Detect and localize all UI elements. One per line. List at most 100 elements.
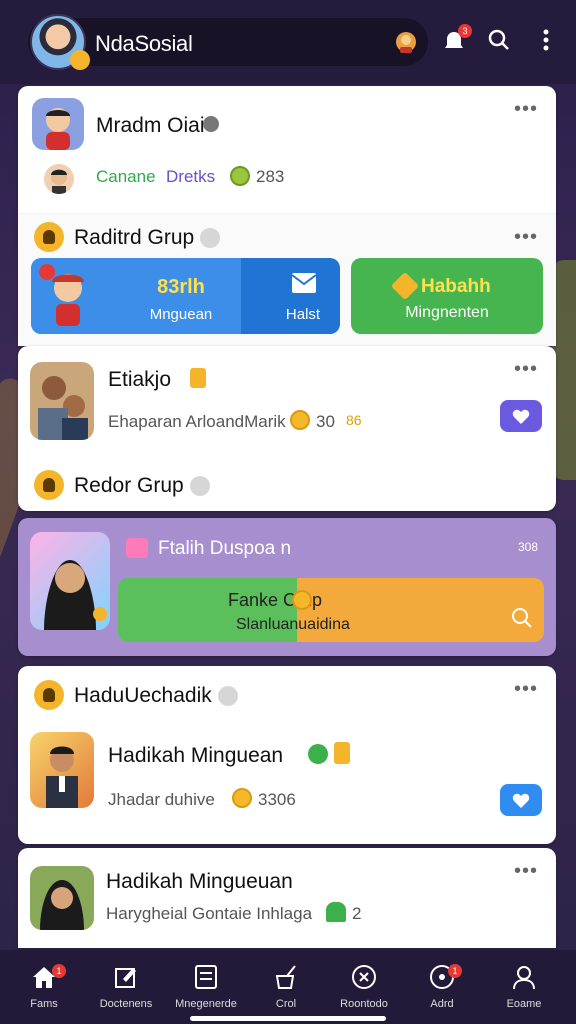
group-title: HaduUechadik <box>74 684 238 708</box>
nav-item-rewards[interactable]: Roontodo <box>328 964 400 1010</box>
promo-bar[interactable]: Fanke Crup Slanluanuaidina <box>118 578 544 642</box>
nav-label: Roontodo <box>340 998 388 1010</box>
coin-icon <box>230 166 250 186</box>
post-author-name: Etiakjo <box>108 368 172 391</box>
mascot-icon <box>39 264 84 326</box>
group-icon <box>34 222 64 252</box>
nav-item-documents[interactable]: Doctenens <box>90 964 162 1010</box>
nav-badge: 1 <box>448 964 462 978</box>
post-card[interactable]: ••• Etiakjo Ehaparan ArloandMarik 30 86 … <box>18 346 556 511</box>
group-like-icon <box>326 902 346 922</box>
group-info-icon <box>200 228 221 249</box>
action-tile-label-2: Halst <box>285 306 321 323</box>
nav-item-messages[interactable]: Mnegenerde <box>170 964 242 1010</box>
nav-label: Eoame <box>506 998 542 1010</box>
thumbs-up-icon <box>334 742 350 764</box>
badge-icon <box>390 271 420 301</box>
close-circle-icon <box>328 964 400 992</box>
app-title: NdaSosial <box>95 31 193 56</box>
promo-title: Ftalih Duspoa n <box>158 538 292 559</box>
post-count: 3306 <box>258 790 296 809</box>
brush-icon <box>250 964 322 992</box>
profile-name: Mradm Oiai <box>96 114 205 137</box>
home-indicator <box>190 1016 386 1021</box>
nav-label: Doctenens <box>99 998 153 1010</box>
post-card[interactable]: ••• HaduUechadik Hadikah Minguean Jhadar… <box>18 666 556 844</box>
profile-small-avatar <box>44 164 74 194</box>
avatar-badge-icon <box>70 50 90 70</box>
heart-button-icon[interactable] <box>500 784 542 816</box>
list-icon <box>170 964 242 992</box>
notifications-icon[interactable]: 3 <box>440 24 472 56</box>
nav-label: Fams <box>30 998 58 1010</box>
nav-item-profile[interactable]: Eoame <box>488 964 560 1010</box>
post-extra: 86 <box>346 412 362 428</box>
post-subtitle: Harygheial Gontaie Inhlaga <box>106 904 313 923</box>
group-card[interactable]: ••• Raditrd Grup 83rlh Mnguean Halst Hab… <box>18 214 556 346</box>
notification-count-badge: 3 <box>458 24 472 38</box>
mail-icon <box>291 272 317 299</box>
more-vertical-icon[interactable] <box>532 28 560 56</box>
action-tile-title: Habahh <box>421 276 491 297</box>
nav-item-create[interactable]: Crol <box>250 964 322 1010</box>
mascot-icon[interactable] <box>392 28 420 56</box>
nav-badge: 1 <box>52 964 66 978</box>
app-avatar[interactable] <box>30 14 90 70</box>
post-author-name: Hadikah Minguean <box>108 744 284 767</box>
edit-icon <box>90 964 162 992</box>
group-info-icon <box>189 476 210 497</box>
more-options-icon[interactable]: ••• <box>514 226 538 249</box>
post-subtitle: Ehaparan ArloandMarik <box>108 412 286 431</box>
post-subtitle: Jhadar duhive <box>108 790 215 809</box>
post-card[interactable]: ••• Hadikah Mingueuan Harygheial Gontaie… <box>18 848 556 948</box>
coin-icon <box>290 410 310 430</box>
profile-stat-a: Canane <box>96 167 156 186</box>
profile-stat-b: Dretks <box>166 167 216 186</box>
bottom-nav: 1 Fams Doctenens Mnegenerde Crol Roontod… <box>0 950 576 1024</box>
group-info-icon <box>217 686 238 707</box>
group-title: Redor Grup <box>74 474 210 498</box>
nav-item-activity[interactable]: 1 Adrd <box>406 964 478 1010</box>
post-count: 30 <box>316 412 335 431</box>
action-tile-title: 83rlh <box>157 276 205 298</box>
group-icon <box>34 470 64 500</box>
search-icon[interactable] <box>510 606 534 635</box>
user-icon <box>488 964 560 992</box>
profile-avatar[interactable] <box>32 98 84 150</box>
post-avatar[interactable] <box>30 866 94 930</box>
coin-icon <box>232 788 252 808</box>
post-avatar[interactable] <box>30 732 94 808</box>
profile-card[interactable]: ••• Mradm Oiai Canane Dretks 283 <box>18 86 556 214</box>
heart-button-icon[interactable] <box>500 400 542 432</box>
home-icon <box>8 964 80 992</box>
promo-bar-sub: Slanluanuaidina <box>236 616 350 633</box>
profile-stat-count: 283 <box>256 167 285 186</box>
group-icon <box>34 680 64 710</box>
coin-icon <box>292 590 312 610</box>
promo-card[interactable]: Ftalih Duspoa n 308 Fanke Crup Slanluanu… <box>18 518 556 656</box>
group-title: Raditrd Grup <box>74 226 221 250</box>
action-tile-label: Mnguean <box>149 306 213 323</box>
nav-label: Mnegenerde <box>175 998 237 1010</box>
post-count: 2 <box>352 904 362 923</box>
nav-label: Adrd <box>430 998 454 1010</box>
action-tile-blue[interactable]: 83rlh Mnguean Halst <box>31 258 340 334</box>
action-tile-green[interactable]: Habahh Mingnenten <box>351 258 543 334</box>
promo-time: 308 <box>518 540 539 554</box>
post-author-name: Hadikah Mingueuan <box>106 870 293 893</box>
profile-verified-icon <box>203 116 219 132</box>
nav-label: Crol <box>275 998 297 1010</box>
more-options-icon[interactable]: ••• <box>514 860 538 883</box>
top-bar: NdaSosial 3 <box>0 0 576 84</box>
more-options-icon[interactable]: ••• <box>514 678 538 701</box>
nav-item-home[interactable]: 1 Fams <box>8 964 80 1010</box>
like-icon <box>308 744 328 764</box>
more-options-icon[interactable]: ••• <box>514 358 538 381</box>
search-icon[interactable] <box>485 28 513 56</box>
action-tile-label: Mingnenten <box>405 304 489 321</box>
post-avatar[interactable] <box>30 362 94 440</box>
promo-avatar[interactable] <box>30 532 110 630</box>
more-options-icon[interactable]: ••• <box>514 98 538 121</box>
chat-icon <box>406 964 478 992</box>
thumbs-up-icon <box>190 368 206 388</box>
